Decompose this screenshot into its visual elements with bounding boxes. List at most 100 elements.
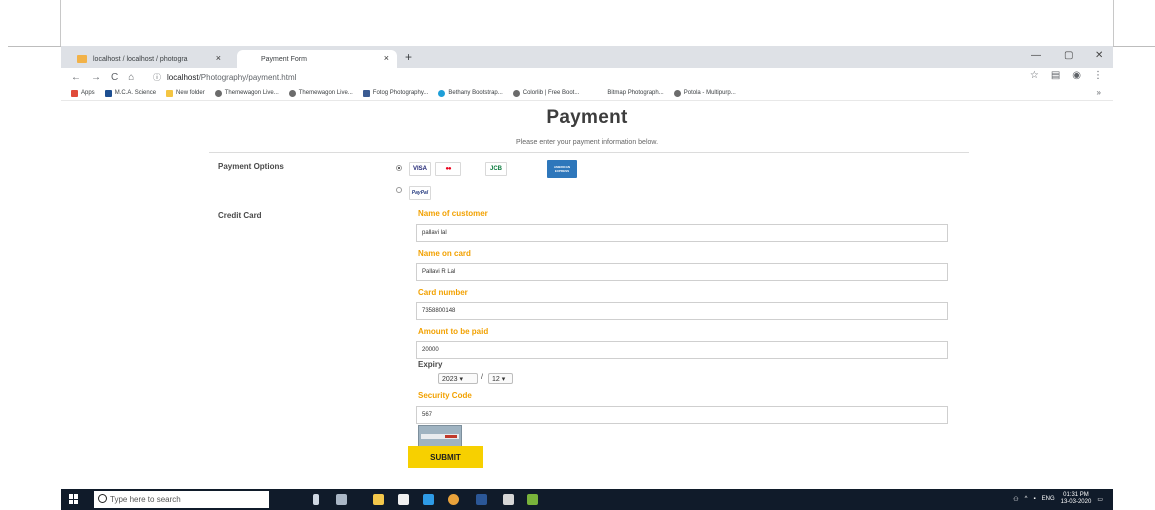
bookmark-label: Colorlib | Free Boot... (522, 90, 580, 96)
globe-icon (214, 89, 222, 97)
expiry-year-select[interactable]: 2023 ▾ (438, 373, 478, 384)
bookmark-apps[interactable]: Apps (71, 89, 95, 97)
extension-icon[interactable]: ▤ (1051, 70, 1060, 81)
forward-button[interactable]: → (91, 72, 101, 83)
globe-icon (673, 89, 681, 97)
back-button[interactable]: ← (71, 72, 81, 83)
photos-icon[interactable] (423, 494, 434, 505)
cortana-icon (98, 494, 107, 503)
chevron-up-icon[interactable]: ^ (1025, 496, 1028, 502)
cvv-card-image (418, 425, 462, 447)
page-subtitle: Please enter your payment information be… (515, 139, 659, 146)
site-icon (104, 89, 112, 97)
bookmark-label: New folder (176, 90, 205, 96)
bookmark-bethany[interactable]: Bethany Bootstrap... (438, 89, 503, 97)
network-icon[interactable]: ▪ (1033, 496, 1035, 502)
chrome-icon[interactable] (448, 494, 459, 505)
submit-button[interactable]: SUBMIT (408, 446, 483, 468)
bookmark-themewagon-1[interactable]: Themewagon Live... (214, 89, 279, 97)
bookmark-potola[interactable]: Potola - Multipurp... (673, 89, 736, 97)
people-icon[interactable]: ⚇ (1013, 496, 1018, 503)
taskbar-search-input[interactable]: Type here to search (94, 491, 269, 508)
bookmark-colorlib[interactable]: Colorlib | Free Boot... (512, 89, 580, 97)
card-name-input[interactable]: Pallavi R Lal (416, 263, 948, 281)
expiry-month-select[interactable]: 12 ▾ (488, 373, 513, 384)
store-icon[interactable] (398, 494, 409, 505)
close-icon[interactable]: × (216, 53, 221, 63)
app-icon[interactable] (527, 494, 538, 505)
bookmark-mca-science[interactable]: M.C.A. Science (104, 89, 157, 97)
tab-payment-form[interactable]: Payment Form × (237, 50, 397, 68)
tab-label: localhost / localhost / photogra (93, 55, 188, 63)
browser-toolbar: ← → C ⌂ ⓘ localhost /Photography/payment… (61, 68, 1113, 86)
customer-name-input[interactable]: pallavi lal (416, 224, 948, 242)
home-button[interactable]: ⌂ (128, 72, 134, 83)
card-number-label: Card number (418, 288, 468, 297)
bethany-icon (438, 89, 446, 97)
bookmarks-bar: Apps M.C.A. Science New folder Themewago… (61, 86, 1113, 101)
card-name-label: Name on card (418, 249, 471, 258)
bookmark-label: Bethany Bootstrap... (448, 90, 503, 96)
colorlib-icon (512, 89, 520, 97)
word-icon[interactable] (476, 494, 487, 505)
bookmark-label: Fotog Photography... (372, 90, 429, 96)
tab-phpmyadmin[interactable]: localhost / localhost / photogra × (69, 50, 229, 68)
page-content: Payment Please enter your payment inform… (61, 101, 1113, 485)
phpmyadmin-icon (77, 55, 87, 63)
info-icon[interactable]: ⓘ (153, 72, 161, 83)
reload-button[interactable]: C (111, 72, 118, 83)
amount-label: Amount to be paid (418, 327, 489, 336)
bookmark-star-icon[interactable]: ☆ (1030, 70, 1039, 81)
frame-line (60, 0, 61, 46)
windows-start-icon[interactable] (69, 494, 79, 504)
jcb-icon: JCB (485, 162, 507, 176)
security-code-input[interactable]: 567 (416, 406, 948, 424)
address-bar[interactable]: ⓘ localhost /Photography/payment.html (153, 70, 1003, 84)
frame-line (8, 46, 61, 47)
site-icon (362, 89, 370, 97)
clock-date: 13-03-2020 (1060, 499, 1092, 505)
notification-icon[interactable]: ▭ (1097, 496, 1103, 503)
bookmark-fotog[interactable]: Fotog Photography... (362, 89, 429, 97)
security-code-label: Security Code (418, 391, 472, 400)
bookmark-label: Themewagon Live... (224, 90, 279, 96)
profile-avatar[interactable]: ◉ (1072, 70, 1081, 81)
page-title: Payment (546, 107, 628, 128)
bookmark-new-folder[interactable]: New folder (166, 89, 205, 97)
expiry-separator: / (481, 374, 483, 381)
radio-paypal[interactable] (396, 187, 402, 193)
tab-strip: localhost / localhost / photogra × Payme… (61, 46, 1113, 68)
file-explorer-icon[interactable] (373, 494, 384, 505)
bookmark-label: M.C.A. Science (114, 90, 157, 96)
microphone-icon[interactable] (313, 494, 319, 505)
expiry-label: Expiry (418, 360, 443, 369)
customer-name-label: Name of customer (418, 209, 488, 218)
bookmark-label: Potola - Multipurp... (683, 90, 736, 96)
radio-cards[interactable] (396, 165, 402, 171)
bookmarks-overflow-icon[interactable]: » (1097, 88, 1101, 97)
close-window-button[interactable]: ✕ (1095, 50, 1103, 61)
bookmark-bitmap[interactable]: Bitmap Photograph... (607, 90, 663, 96)
menu-icon[interactable]: ⋮ (1093, 70, 1103, 81)
gallery-icon[interactable] (503, 494, 514, 505)
maximize-button[interactable]: ▢ (1064, 50, 1073, 61)
system-tray: ⚇ ^ ▪ ENG 01:31 PM 13-03-2020 ▭ (1013, 492, 1103, 506)
credit-card-label: Credit Card (218, 211, 262, 220)
clock[interactable]: 01:31 PM 13-03-2020 (1061, 492, 1092, 506)
close-icon[interactable]: × (384, 53, 389, 63)
minimize-button[interactable]: — (1031, 50, 1041, 61)
screen: localhost / localhost / photogra × Payme… (0, 0, 1155, 510)
clock-time: 01:31 PM (1063, 492, 1089, 498)
toolbar-actions: ☆ ▤ ◉ ⋮ (1030, 70, 1103, 81)
browser-window: localhost / localhost / photogra × Payme… (61, 46, 1113, 510)
frame-line (1113, 46, 1155, 47)
amex-icon: AMERICAN EXPRESS (547, 160, 577, 178)
bookmark-label: Apps (81, 90, 95, 96)
card-number-input[interactable]: 7358800148 (416, 302, 948, 320)
task-view-icon[interactable] (336, 494, 347, 505)
bookmark-label: Themewagon Live... (298, 90, 353, 96)
lang-indicator[interactable]: ENG (1042, 496, 1055, 502)
bookmark-themewagon-2[interactable]: Themewagon Live... (288, 89, 353, 97)
new-tab-button[interactable]: + (405, 50, 412, 64)
amount-input[interactable]: 20000 (416, 341, 948, 359)
